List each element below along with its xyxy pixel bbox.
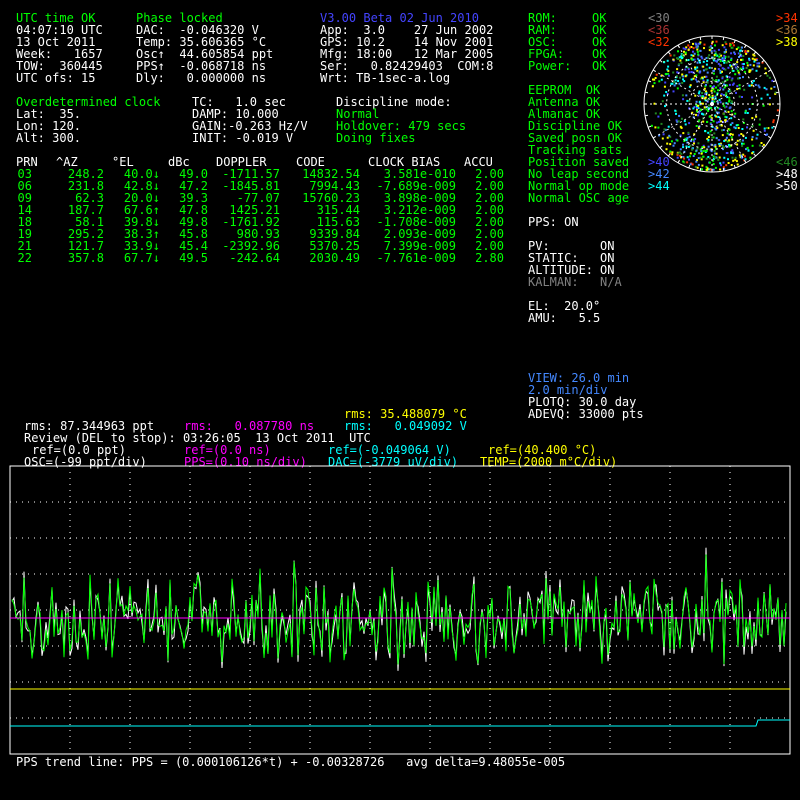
dac-trace — [10, 719, 790, 727]
trend-plot[interactable] — [0, 0, 800, 800]
pps-trend-line: PPS trend line: PPS = (0.000106126*t) + … — [16, 755, 566, 769]
osc-trace — [11, 554, 787, 665]
